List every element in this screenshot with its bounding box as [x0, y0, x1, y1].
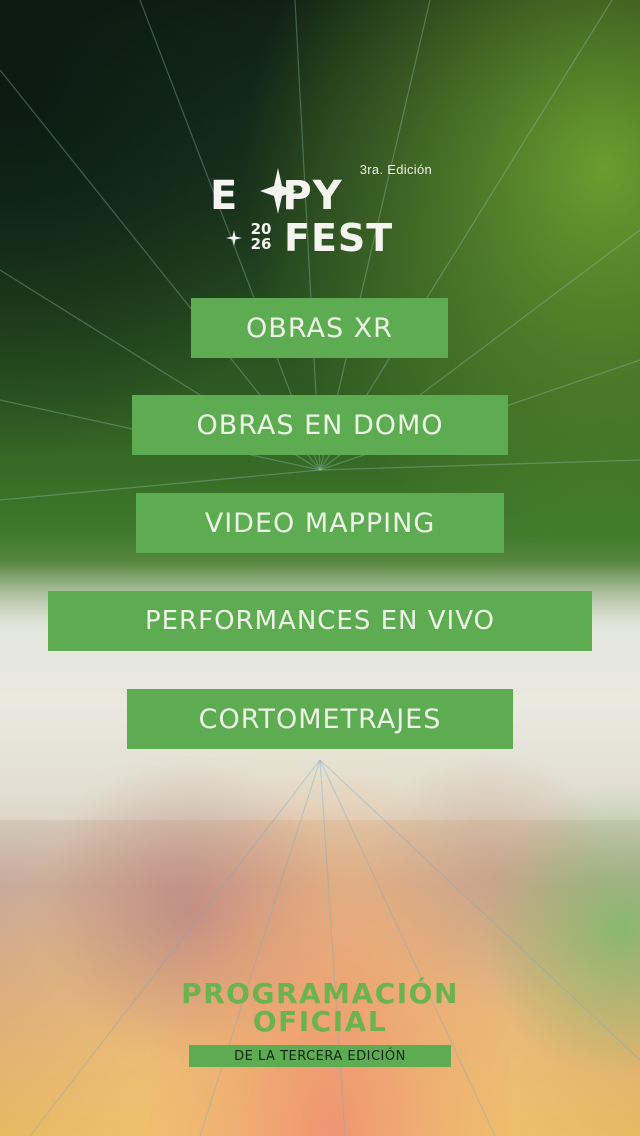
logo-top-left: E	[210, 173, 239, 219]
footer-title-line2: OFICIAL	[252, 1005, 388, 1038]
obras-xr-button[interactable]: OBRAS XR	[191, 298, 448, 358]
video-mapping-button[interactable]: VIDEO MAPPING	[136, 493, 504, 553]
expy-fest-logo: 3ra. Edición E PY 20 26 FEST	[208, 158, 438, 268]
footer-title-line1: PROGRAMACIÓN	[181, 977, 459, 1010]
logo-bottom-word: FEST	[284, 216, 394, 260]
obras-en-domo-button[interactable]: OBRAS EN DOMO	[132, 395, 508, 455]
footer-title: PROGRAMACIÓN OFICIAL	[0, 980, 640, 1036]
performances-en-vivo-button[interactable]: PERFORMANCES EN VIVO	[48, 591, 592, 651]
logo-year-bottom: 26	[250, 235, 272, 253]
logo-year: 20 26	[244, 222, 278, 252]
footer-subtitle-badge: DE LA TERCERA EDICIÓN	[189, 1045, 451, 1067]
edition-label: 3ra. Edición	[359, 162, 432, 177]
cortometrajes-button[interactable]: CORTOMETRAJES	[127, 689, 513, 749]
star-icon	[260, 168, 296, 214]
sparkle-icon	[226, 230, 242, 246]
